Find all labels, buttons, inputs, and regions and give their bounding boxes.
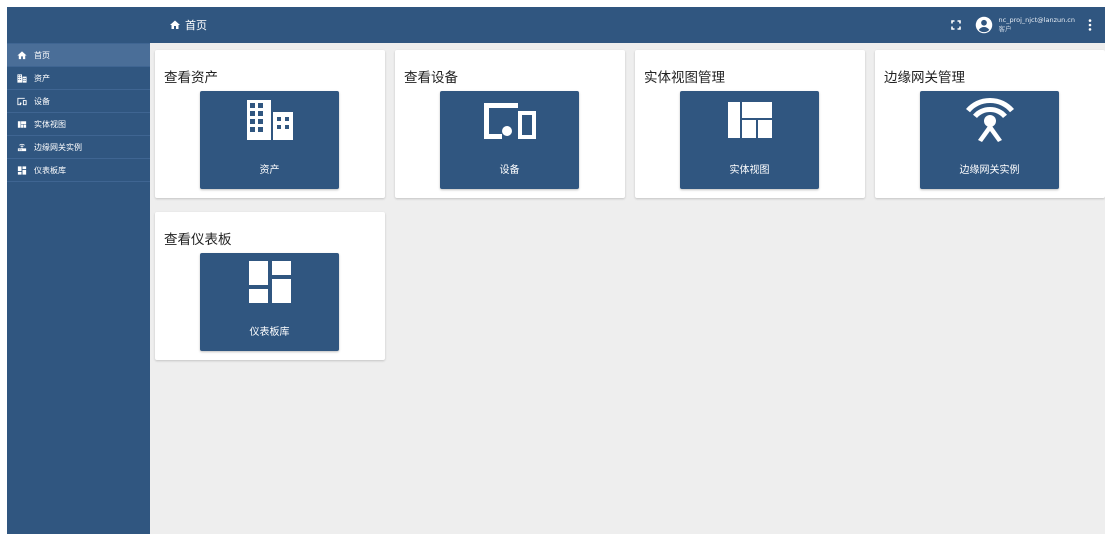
devices-icon xyxy=(483,103,536,139)
breadcrumb-label: 首页 xyxy=(185,19,207,32)
more-vert-icon xyxy=(1088,19,1092,31)
antenna-icon xyxy=(965,98,1014,142)
devices-icon xyxy=(16,96,28,107)
app-root: 首页 资产 设备 实体视图 边缘网关实例 仪表板库 首页 nc_proj_njc… xyxy=(7,7,1105,534)
tile-label: 资产 xyxy=(259,165,280,176)
card-title: 边缘网关管理 xyxy=(884,70,965,86)
sidebar-item-dashboards[interactable]: 仪表板库 xyxy=(7,159,150,182)
card-title: 实体视图管理 xyxy=(644,70,725,86)
user-info[interactable]: nc_proj_njct@lanzun.cn 客户 xyxy=(999,16,1076,34)
sidebar-item-label: 设备 xyxy=(34,96,50,106)
tile-label: 边缘网关实例 xyxy=(959,165,1020,176)
home-icon xyxy=(170,20,180,29)
sidebar-item-entity-views[interactable]: 实体视图 xyxy=(7,113,150,136)
account-circle-icon xyxy=(975,16,992,34)
dashboard-icon xyxy=(16,165,28,176)
avatar[interactable] xyxy=(975,16,993,34)
router-icon xyxy=(16,142,28,153)
sidebar: 首页 资产 设备 实体视图 边缘网关实例 仪表板库 xyxy=(7,7,150,534)
view-quilt-icon xyxy=(16,119,28,130)
user-role: 客户 xyxy=(998,25,1012,33)
sidebar-item-label: 实体视图 xyxy=(34,119,66,129)
sidebar-item-label: 边缘网关实例 xyxy=(34,142,82,152)
sidebar-item-label: 资产 xyxy=(34,73,50,83)
sidebar-item-label: 仪表板库 xyxy=(34,165,66,175)
entity-views-tile-button[interactable]: 实体视图 xyxy=(680,91,819,189)
sidebar-logo-area xyxy=(7,7,150,44)
card-dashboards: 查看仪表板 仪表板库 xyxy=(155,212,385,360)
breadcrumb[interactable]: 首页 xyxy=(169,7,207,43)
dashboards-tile-button[interactable]: 仪表板库 xyxy=(200,253,339,351)
top-bar: 首页 nc_proj_njct@lanzun.cn 客户 xyxy=(150,7,1105,43)
sidebar-item-label: 首页 xyxy=(34,50,50,60)
card-title: 查看仪表板 xyxy=(164,232,232,248)
card-title: 查看设备 xyxy=(404,70,458,86)
sidebar-item-home[interactable]: 首页 xyxy=(7,44,150,67)
home-icon xyxy=(16,50,28,61)
sidebar-item-assets[interactable]: 资产 xyxy=(7,67,150,90)
user-email: nc_proj_njct@lanzun.cn xyxy=(998,16,1076,24)
building-icon xyxy=(16,73,28,84)
card-title: 查看资产 xyxy=(164,70,218,86)
sidebar-item-edge-gateways[interactable]: 边缘网关实例 xyxy=(7,136,150,159)
fullscreen-icon xyxy=(950,20,961,30)
fullscreen-button[interactable] xyxy=(949,18,963,32)
more-menu-button[interactable] xyxy=(1083,15,1097,35)
dashboard-icon xyxy=(248,261,291,303)
tile-label: 实体视图 xyxy=(729,165,770,176)
header-actions: nc_proj_njct@lanzun.cn 客户 xyxy=(949,7,1105,43)
card-entity-views: 实体视图管理 实体视图 xyxy=(635,50,865,198)
card-assets: 查看资产 资产 xyxy=(155,50,385,198)
view-quilt-icon xyxy=(727,102,772,138)
sidebar-item-devices[interactable]: 设备 xyxy=(7,90,150,113)
card-devices: 查看设备 设备 xyxy=(395,50,625,198)
building-icon xyxy=(246,100,293,140)
edge-gateways-tile-button[interactable]: 边缘网关实例 xyxy=(920,91,1059,189)
tile-label: 设备 xyxy=(499,165,520,176)
tile-label: 仪表板库 xyxy=(249,327,290,338)
card-edge-gateways: 边缘网关管理 边缘网关实例 xyxy=(875,50,1105,198)
devices-tile-button[interactable]: 设备 xyxy=(440,91,579,189)
assets-tile-button[interactable]: 资产 xyxy=(200,91,339,189)
